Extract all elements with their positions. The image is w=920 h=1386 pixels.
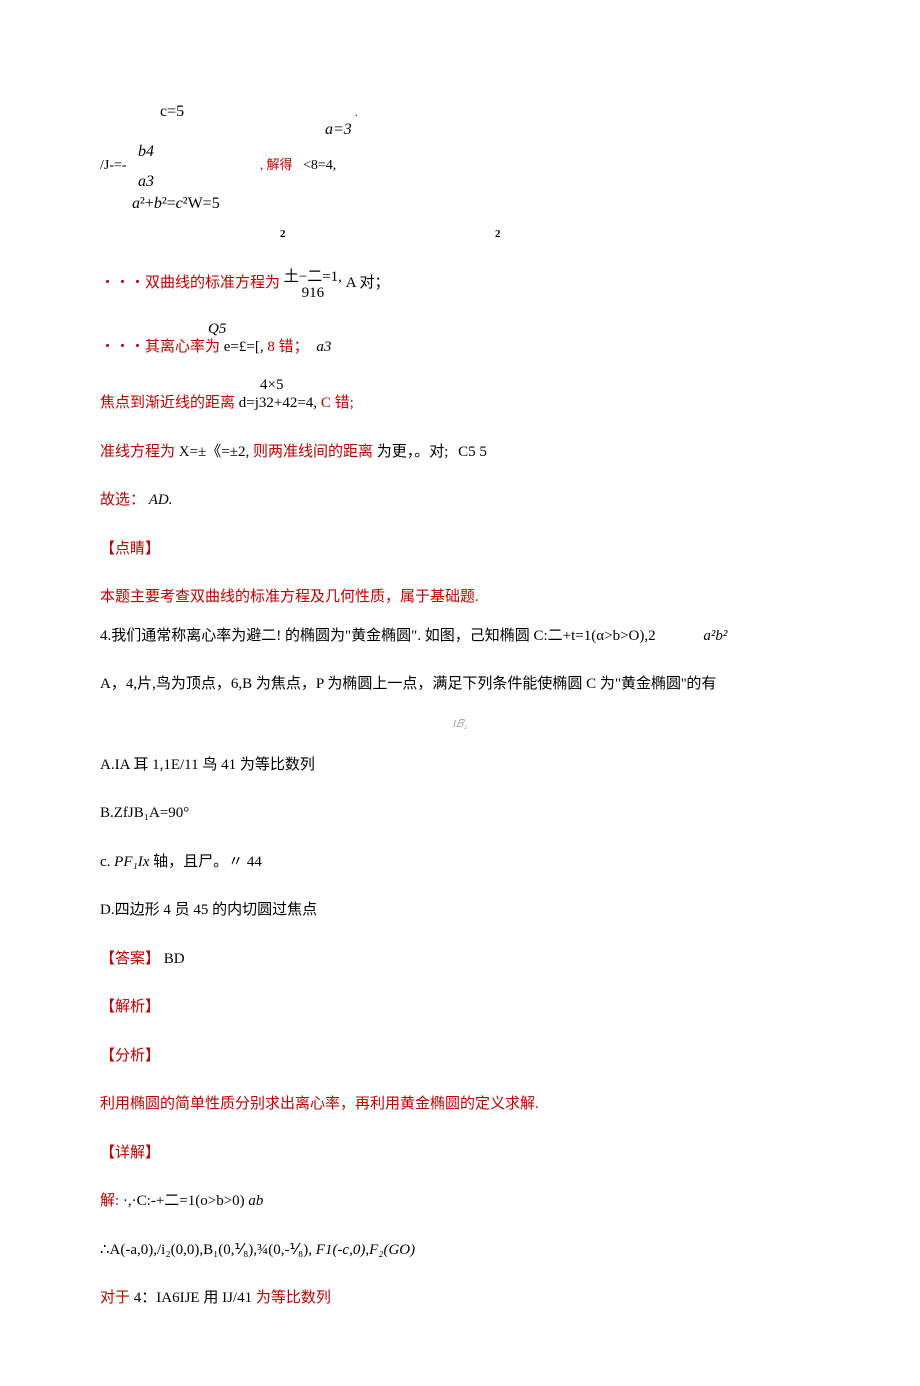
- solution-line3: 对于 4：IA6IJE 用 IJ/41 为等比数列: [100, 1287, 820, 1310]
- eq-b4: b4: [138, 140, 154, 164]
- sol3-mid: 4：IA6IJE 用 IJ/41: [134, 1290, 252, 1306]
- summary-text: 本题主要考查双曲线的标准方程及几何性质，属于基础题.: [100, 586, 820, 609]
- optc-post: 轴，且尸。〃: [153, 854, 243, 870]
- focus-distance-line: 4×5 焦点到渐近线的距离 d=j32+42=4, C 错;: [100, 384, 820, 415]
- hyperbola-correct: A 对；: [346, 275, 390, 291]
- figure-placeholder: I𝐵₂: [100, 712, 820, 730]
- eq-period: .: [355, 106, 358, 121]
- eq-a3: a3: [138, 170, 154, 194]
- sol1-prefix: 解:: [100, 1193, 119, 1209]
- equation-system-block: c=5 a=3 . b4 /J-=- , 解得 <8=4, a3 a²+b²=c…: [100, 100, 820, 220]
- q4-tail: a²b²: [703, 628, 727, 644]
- jiexi-label: 【解析】: [100, 996, 820, 1019]
- option-d: D.四边形 4 员 45 的内切圆过焦点: [100, 899, 820, 922]
- sol3-pre: 对于: [100, 1290, 130, 1306]
- hyperbola-eq-line: ・・・双曲线的标准方程为 土−二=1, 916 A 对；: [100, 270, 820, 302]
- optc-math: PF₁Ix: [114, 854, 149, 870]
- eq-c5: c=5: [160, 100, 184, 124]
- q4-eq: C:二+t=1(α>b>O),2: [534, 628, 656, 644]
- eq-jprefix: /J-=-: [100, 155, 127, 176]
- sol3-post: 为等比数列: [256, 1290, 331, 1306]
- hyperbola-eq-bottom: 916: [284, 286, 342, 302]
- answer-label: 【答案】: [100, 951, 160, 967]
- superscript-right: 2: [495, 226, 501, 243]
- focus-top-frac: 4×5: [260, 374, 283, 397]
- ecc-top-frac: Q5: [208, 318, 226, 341]
- directrix-eq: X=±《=±2,: [179, 444, 249, 460]
- superscript-row: 2 2: [100, 240, 820, 254]
- eq-a3-italic: a=3: [325, 118, 352, 142]
- ecc-mid: e=£=[,: [224, 339, 264, 355]
- superscript-left: 2: [280, 226, 286, 243]
- ecc-prefix: ・・・其离心率为: [100, 339, 220, 355]
- dianjing-label: 【点睛】: [100, 538, 820, 561]
- option-a: A.IA 耳 1,1E/11 鸟 41 为等比数列: [100, 754, 820, 777]
- eq-lt84: <8=4,: [303, 155, 336, 176]
- directrix-prefix: 准线方程为: [100, 444, 175, 460]
- select-line: 故选： AD.: [100, 489, 820, 512]
- solution-line1: 解: ·,·C:-+二=1(o>b>0) ab: [100, 1190, 820, 1213]
- solution-line2: ∴A(-a,0),/i₂(0,0),B₁(0,⅟₈),¾(0,-⅟₈), F1(…: [100, 1239, 820, 1262]
- ecc-wrong: 8 错；: [267, 339, 308, 355]
- ecc-tail: a3: [316, 339, 331, 355]
- question-4-line2: A，4,片,鸟为顶点，6,B 为焦点，P 为椭圆上一点，满足下列条件能使椭圆 C…: [100, 673, 820, 696]
- optc-label: c.: [100, 854, 110, 870]
- question-4-line1: 4.我们通常称离心率为避二! 的椭圆为"黄金椭圆". 如图，己知椭圆 C:二+t…: [100, 625, 820, 648]
- eq-jiede-label: , 解得: [260, 155, 293, 175]
- focus-prefix: 焦点到渐近线的距离: [100, 395, 235, 411]
- eq-pythagorean: a²+b²=c²W=5: [132, 192, 220, 216]
- xiangjie-label: 【详解】: [100, 1142, 820, 1165]
- sol1-mid: ·,·C:-+二=1(o>b>0): [123, 1193, 245, 1209]
- optc-tail: 44: [247, 854, 262, 870]
- q4-prefix: 4.我们通常称离心率为避二! 的椭圆为"黄金椭圆". 如图，己知椭圆: [100, 628, 530, 644]
- option-b: B.ZfJB₁A=90°: [100, 802, 820, 825]
- sol1-tail: ab: [248, 1193, 263, 1209]
- sol2-mid: F1(-c,0),F₂(GO): [316, 1242, 415, 1258]
- focus-wrong: C 错;: [321, 395, 354, 411]
- answer-line: 【答案】 BD: [100, 948, 820, 971]
- analysis-text: 利用椭圆的简单性质分别求出离心率，再利用黄金椭圆的定义求解.: [100, 1093, 820, 1116]
- sol2-pre: ∴A(-a,0),/i₂(0,0),B₁(0,⅟₈),¾(0,-⅟₈),: [100, 1242, 312, 1258]
- select-answer: AD.: [149, 492, 173, 508]
- answer-value: BD: [164, 951, 185, 967]
- hyperbola-prefix: ・・・双曲线的标准方程为: [100, 275, 280, 291]
- option-c: c. PF₁Ix 轴，且尸。〃 44: [100, 851, 820, 874]
- directrix-correct: 为更，。对;: [377, 444, 449, 460]
- directrix-tail: C5 5: [458, 444, 487, 460]
- select-prefix: 故选：: [100, 492, 145, 508]
- directrix-line: 准线方程为 X=±《=±2, 则两准线间的距离 为更，。对; C5 5: [100, 441, 820, 464]
- figure-label: I𝐵₂: [453, 718, 468, 730]
- fenxi-label: 【分析】: [100, 1045, 820, 1068]
- focus-mid: d=j32+42=4,: [239, 395, 317, 411]
- directrix-mid: 则两准线间的距离: [253, 444, 373, 460]
- eccentricity-line: Q5 ・・・其离心率为 e=£=[, 8 错； a3: [100, 328, 820, 359]
- hyperbola-eq-top: 土−二=1,: [284, 270, 342, 286]
